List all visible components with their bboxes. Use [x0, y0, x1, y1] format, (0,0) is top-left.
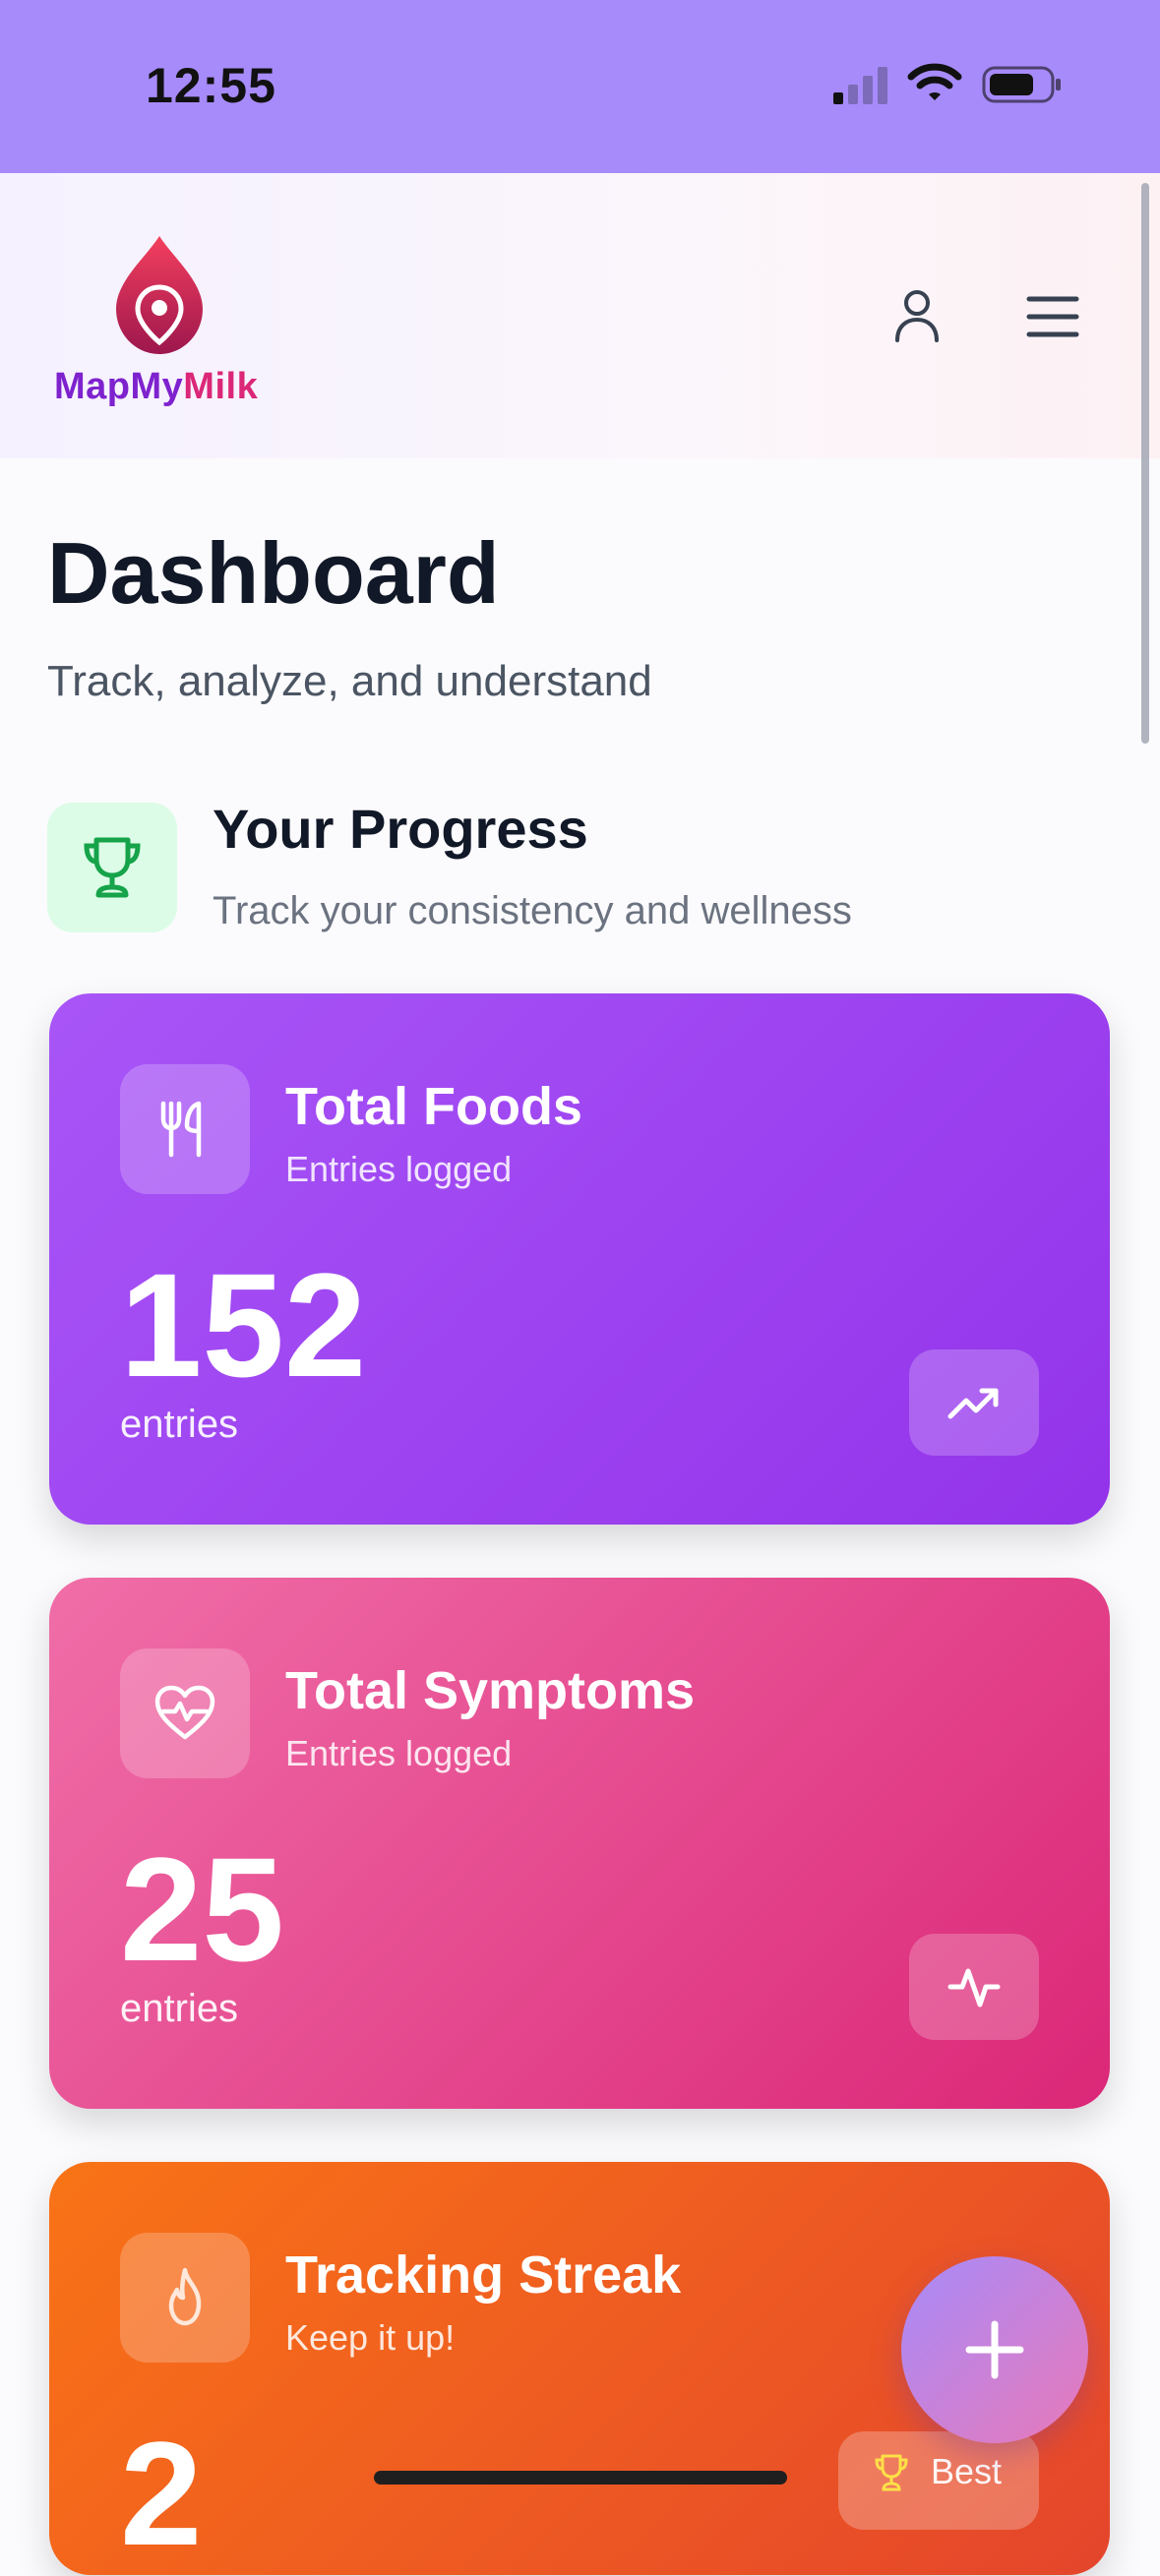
trophy-icon — [875, 2454, 908, 2491]
card-value: 25 — [120, 1827, 284, 1992]
app-header: MapMyMilk — [0, 173, 1160, 458]
trend-button[interactable] — [909, 1349, 1039, 1456]
page-title: Dashboard — [47, 524, 500, 622]
battery-icon — [982, 66, 1061, 103]
card-icon-box — [120, 1064, 250, 1194]
best-streak-badge: Best — [838, 2431, 1039, 2530]
card-icon-box — [120, 2233, 250, 2363]
wifi-icon — [907, 63, 962, 100]
plus-icon — [965, 2320, 1024, 2379]
card-title: Total Foods — [285, 1077, 582, 1136]
map-pin-logo-icon[interactable] — [110, 232, 209, 358]
home-indicator[interactable] — [374, 2471, 787, 2485]
card-value: 2 — [120, 2411, 203, 2576]
total-foods-card[interactable]: Total Foods Entries logged 152 entries — [49, 993, 1110, 1525]
user-icon[interactable] — [887, 285, 946, 344]
section-title: Your Progress — [213, 798, 588, 860]
card-value: 152 — [120, 1242, 367, 1408]
card-title: Total Symptoms — [285, 1661, 696, 1720]
hamburger-menu-icon[interactable] — [1023, 287, 1082, 346]
logo-wordmark[interactable]: MapMyMilk — [54, 366, 258, 408]
card-subtitle: Entries logged — [285, 1733, 513, 1773]
cellular-signal-icon — [833, 67, 887, 104]
scrollbar[interactable] — [1141, 183, 1149, 744]
utensils-icon — [160, 1101, 202, 1158]
activity-button[interactable] — [909, 1934, 1039, 2040]
total-symptoms-card[interactable]: Total Symptoms Entries logged 25 entries — [49, 1578, 1110, 2109]
card-unit: entries — [120, 1403, 239, 1446]
card-unit: entries — [120, 1987, 239, 2030]
activity-icon — [947, 1968, 1001, 2007]
best-streak-label: Best — [931, 2451, 1003, 2491]
card-icon-box — [120, 1648, 250, 1778]
status-time: 12:55 — [146, 58, 276, 113]
heart-pulse-icon — [154, 1685, 215, 1740]
section-subtitle: Track your consistency and wellness — [213, 889, 852, 932]
card-subtitle: Keep it up! — [285, 2317, 456, 2358]
card-subtitle: Entries logged — [285, 1149, 513, 1189]
trophy-icon — [84, 837, 141, 898]
add-entry-button[interactable] — [901, 2256, 1088, 2443]
status-bar: 12:55 — [0, 0, 1160, 173]
page-subtitle: Track, analyze, and understand — [47, 657, 652, 705]
progress-icon-box — [47, 803, 177, 932]
trending-up-icon — [947, 1388, 999, 1419]
flame-icon — [168, 2267, 202, 2326]
card-title: Tracking Streak — [285, 2246, 682, 2305]
